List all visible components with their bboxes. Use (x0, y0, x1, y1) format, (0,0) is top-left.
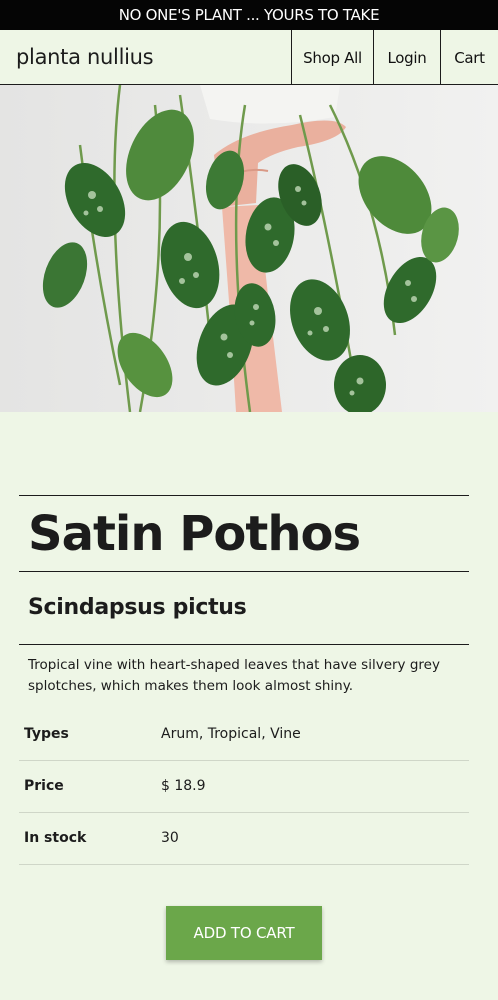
brand-logo[interactable]: planta nullius (16, 30, 154, 85)
nav-cart-link[interactable]: Cart (440, 30, 498, 85)
spec-value-types: Arum, Tropical, Vine (161, 725, 301, 742)
nav-shop-all-link[interactable]: Shop All (291, 30, 373, 85)
product-scientific-name: Scindapsus pictus (19, 572, 469, 645)
announcement-banner: NO ONE'S PLANT ... YOURS TO TAKE (0, 0, 498, 30)
add-to-cart-button[interactable]: ADD TO CART (166, 906, 322, 960)
nav-login-link[interactable]: Login (373, 30, 440, 85)
spec-label-types: Types (24, 725, 69, 742)
spec-value-stock: 30 (161, 830, 179, 846)
product-hero-image (0, 85, 498, 412)
table-row: In stock 30 (19, 812, 469, 864)
nav-links: Shop All Login Cart (291, 30, 498, 85)
product-title: Satin Pothos (19, 495, 469, 572)
plant-photo-illustration (0, 85, 498, 412)
table-row: Price $ 18.9 (19, 760, 469, 812)
spec-label-stock: In stock (24, 830, 87, 846)
spec-label-price: Price (24, 778, 64, 794)
product-specs-table: Types Arum, Tropical, Vine Price $ 18.9 … (19, 708, 469, 865)
product-details: Satin Pothos Scindapsus pictus Tropical … (19, 495, 469, 865)
spec-value-price: $ 18.9 (161, 778, 206, 794)
table-row: Types Arum, Tropical, Vine (19, 708, 469, 760)
top-navigation: planta nullius Shop All Login Cart (0, 30, 498, 85)
product-description: Tropical vine with heart-shaped leaves t… (28, 657, 440, 694)
